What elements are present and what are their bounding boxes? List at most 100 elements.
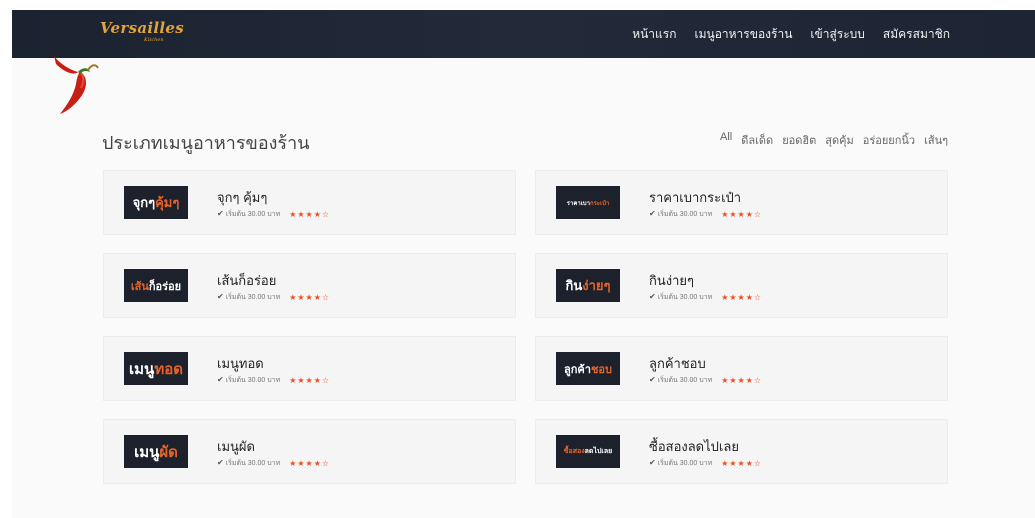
star-filled-icon: ★ — [305, 459, 313, 468]
star-filled-icon: ★ — [745, 210, 753, 219]
thumbnail-text-orange: ผัด — [159, 443, 178, 461]
thumbnail-text-orange: กระเป๋า — [589, 200, 610, 207]
star-filled-icon: ★ — [305, 376, 313, 385]
star-filled-icon: ★ — [297, 376, 305, 385]
star-filled-icon: ★ — [289, 459, 297, 468]
check-icon: ✔ — [649, 375, 656, 384]
star-filled-icon: ★ — [745, 376, 753, 385]
thumbnail-text-white: ลูกค้า — [564, 363, 591, 376]
thumbnail-text-white: ลดไปเลย — [584, 448, 613, 455]
rating-stars: ★ ★ ★ ★ ☆ — [721, 459, 761, 468]
star-filled-icon: ★ — [313, 210, 321, 219]
star-filled-icon: ★ — [297, 459, 305, 468]
brand-logo-sub: Kitchen — [144, 37, 164, 43]
category-meta: ✔ เริ่มต้น 30.00 บาท ★ ★ ★ ★ ☆ — [217, 292, 329, 303]
category-thumbnail: กิน ง่ายๆ — [556, 269, 620, 302]
category-meta: ✔ เริ่มต้น 30.00 บาท ★ ★ ★ ★ ☆ — [217, 375, 329, 386]
nav-login[interactable]: เข้าสู่ระบบ — [810, 25, 865, 44]
menu-category-card[interactable]: ลูกค้า ชอบ ลูกค้าชอบ ✔ เริ่มต้น 30.00 บาท ★ ★ ★… — [535, 336, 948, 401]
menu-category-card[interactable]: เมนู ผัด เมนูผัด ✔ เริ่มต้น 30.00 บาท ★ ★ ★ ★ ☆ — [103, 419, 516, 484]
check-icon: ✔ — [649, 458, 656, 467]
thumbnail-text-white: ราคาเบา — [566, 200, 590, 207]
thumbnail-text-orange: ง่ายๆ — [582, 278, 611, 293]
category-thumbnail: เมนู ทอด — [124, 352, 188, 385]
thumbnail-text-orange: ทอด — [154, 360, 183, 378]
check-icon: ✔ — [217, 375, 224, 384]
menu-category-card[interactable]: ราคาเบา กระเป๋า ราคาเบากระเป๋า ✔ เริ่มต้น 30… — [535, 170, 948, 235]
price-text: เริ่มต้น 30.00 บาท — [657, 294, 713, 301]
check-icon: ✔ — [217, 292, 224, 301]
category-meta: ✔ เริ่มต้น 30.00 บาท ★ ★ ★ ★ ☆ — [217, 209, 329, 220]
menu-category-card[interactable]: จุกๆ คุ้มๆ จุกๆ คุ้มๆ ✔ เริ่มต้น 30.00 บาท ★ ★… — [103, 170, 516, 235]
price-label: ✔ เริ่มต้น 30.00 บาท — [217, 292, 280, 303]
filter-popular[interactable]: ยอดฮิต — [782, 131, 816, 149]
price-label: ✔ เริ่มต้น 30.00 บาท — [217, 458, 280, 469]
price-label: ✔ เริ่มต้น 30.00 บาท — [649, 209, 712, 220]
price-label: ✔ เริ่มต้น 30.00 บาท — [217, 375, 280, 386]
filter-all[interactable]: All — [720, 131, 732, 149]
star-empty-icon: ☆ — [321, 210, 330, 219]
rating-stars: ★ ★ ★ ★ ☆ — [721, 210, 761, 219]
menu-category-card[interactable]: เมนู ทอด เมนูทอด ✔ เริ่มต้น 30.00 บาท ★ ★ ★ ★ ☆ — [103, 336, 516, 401]
navbar: Versailles Kitchen หน้าแรก เมนูอาหารของร… — [12, 10, 1035, 58]
thumbnail-text-white: เมนู — [134, 443, 160, 461]
rating-stars: ★ ★ ★ ★ ☆ — [289, 459, 329, 468]
category-thumbnail: ลูกค้า ชอบ — [556, 352, 620, 385]
filter-delicious[interactable]: อร่อยยกนิ้ว — [863, 131, 915, 149]
thumbnail-text-white: กิน — [565, 278, 583, 293]
menu-category-card[interactable]: เส้น ก็อร่อย เส้นก็อร่อย ✔ เริ่มต้น 30.00 บา… — [103, 253, 516, 318]
star-filled-icon: ★ — [721, 376, 729, 385]
star-filled-icon: ★ — [721, 210, 729, 219]
nav-home[interactable]: หน้าแรก — [632, 25, 676, 44]
star-filled-icon: ★ — [313, 293, 321, 302]
star-empty-icon: ☆ — [321, 459, 330, 468]
star-filled-icon: ★ — [297, 293, 305, 302]
brand-logo[interactable]: Versailles — [100, 19, 184, 37]
star-filled-icon: ★ — [313, 376, 321, 385]
star-empty-icon: ☆ — [753, 210, 762, 219]
filter-value[interactable]: สุดคุ้ม — [825, 131, 853, 149]
star-filled-icon: ★ — [305, 210, 313, 219]
category-filters: All ดีลเด็ด ยอดฮิต สุดคุ้ม อร่อยยกนิ้ว เ… — [720, 131, 948, 149]
star-empty-icon: ☆ — [753, 376, 762, 385]
filter-noodles[interactable]: เส้นๆ — [924, 131, 948, 149]
star-filled-icon: ★ — [289, 376, 297, 385]
category-title: ซื้อสองลดไปเลย — [649, 439, 739, 454]
star-filled-icon: ★ — [729, 376, 737, 385]
price-text: เริ่มต้น 30.00 บาท — [225, 377, 281, 384]
category-thumbnail: จุกๆ คุ้มๆ — [124, 186, 188, 219]
menu-category-card[interactable]: ซื้อสอง ลดไปเลย ซื้อสองลดไปเลย ✔ เริ่มต้น 30… — [535, 419, 948, 484]
star-empty-icon: ☆ — [753, 459, 762, 468]
rating-stars: ★ ★ ★ ★ ☆ — [289, 376, 329, 385]
category-meta: ✔ เริ่มต้น 30.00 บาท ★ ★ ★ ★ ☆ — [649, 209, 761, 220]
category-title: เส้นก็อร่อย — [217, 273, 277, 288]
thumbnail-text-white: จุกๆ — [132, 195, 156, 210]
star-filled-icon: ★ — [745, 293, 753, 302]
thumbnail-text-orange: ชอบ — [590, 363, 612, 376]
star-filled-icon: ★ — [729, 459, 737, 468]
rating-stars: ★ ★ ★ ★ ☆ — [721, 293, 761, 302]
price-text: เริ่มต้น 30.00 บาท — [657, 460, 713, 467]
category-thumbnail: ราคาเบา กระเป๋า — [556, 186, 620, 219]
menu-category-card[interactable]: กิน ง่ายๆ กินง่ายๆ ✔ เริ่มต้น 30.00 บาท ★ ★ ★ ★ ☆ — [535, 253, 948, 318]
nav-register[interactable]: สมัครสมาชิก — [883, 25, 950, 44]
star-filled-icon: ★ — [289, 293, 297, 302]
star-filled-icon: ★ — [289, 210, 297, 219]
star-empty-icon: ☆ — [321, 376, 330, 385]
star-filled-icon: ★ — [745, 459, 753, 468]
rating-stars: ★ ★ ★ ★ ☆ — [289, 210, 329, 219]
menu-category-grid: จุกๆ คุ้มๆ จุกๆ คุ้มๆ ✔ เริ่มต้น 30.00 บาท ★ ★… — [103, 170, 948, 484]
category-title: จุกๆ คุ้มๆ — [217, 190, 268, 205]
price-text: เริ่มต้น 30.00 บาท — [225, 294, 281, 301]
category-title: เมนูผัด — [217, 439, 255, 454]
star-filled-icon: ★ — [313, 459, 321, 468]
category-title: เมนูทอด — [217, 356, 264, 371]
price-label: ✔ เริ่มต้น 30.00 บาท — [649, 375, 712, 386]
category-title: ราคาเบากระเป๋า — [649, 190, 742, 205]
category-meta: ✔ เริ่มต้น 30.00 บาท ★ ★ ★ ★ ☆ — [649, 292, 761, 303]
nav-menu[interactable]: เมนูอาหารของร้าน — [694, 25, 792, 44]
star-filled-icon: ★ — [737, 459, 745, 468]
thumbnail-text-white: ก็อร่อย — [148, 280, 182, 293]
filter-deal[interactable]: ดีลเด็ด — [741, 131, 773, 149]
star-empty-icon: ☆ — [753, 293, 762, 302]
